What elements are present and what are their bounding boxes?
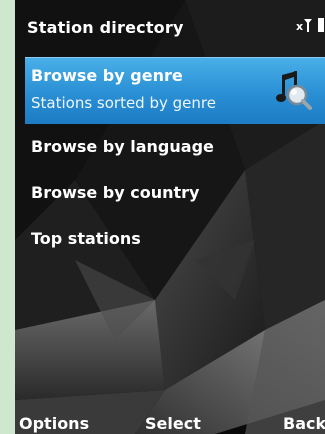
device-frame: Station directory x Browse by genre Stat…: [0, 0, 325, 434]
menu-item-top-stations[interactable]: Top stations: [25, 216, 325, 262]
music-search-icon: [276, 71, 312, 110]
menu-item-label: Browse by language: [31, 137, 214, 156]
select-softkey[interactable]: Select: [145, 414, 201, 433]
menu-item-browse-by-country[interactable]: Browse by country: [25, 170, 325, 216]
battery-icon: [318, 18, 324, 32]
menu-item-browse-by-genre[interactable]: Browse by genre Stations sorted by genre: [25, 57, 325, 124]
svg-text:x: x: [296, 20, 303, 33]
menu-item-label: Browse by genre: [31, 66, 183, 85]
phone-screen: Station directory x Browse by genre Stat…: [15, 0, 325, 434]
signal-icon: x: [296, 19, 312, 33]
title-bar: Station directory x: [15, 0, 325, 48]
page-title: Station directory: [27, 18, 184, 37]
status-indicators: x: [296, 16, 325, 34]
menu-item-label: Browse by country: [31, 183, 200, 202]
menu-list: Browse by genre Stations sorted by genre…: [25, 57, 325, 262]
back-softkey[interactable]: Back: [283, 414, 325, 433]
options-softkey[interactable]: Options: [19, 414, 89, 433]
menu-item-label: Top stations: [31, 229, 141, 248]
menu-item-sublabel: Stations sorted by genre: [31, 94, 216, 112]
menu-item-browse-by-language[interactable]: Browse by language: [25, 124, 325, 170]
softkey-bar: Options Select Back: [15, 400, 325, 434]
